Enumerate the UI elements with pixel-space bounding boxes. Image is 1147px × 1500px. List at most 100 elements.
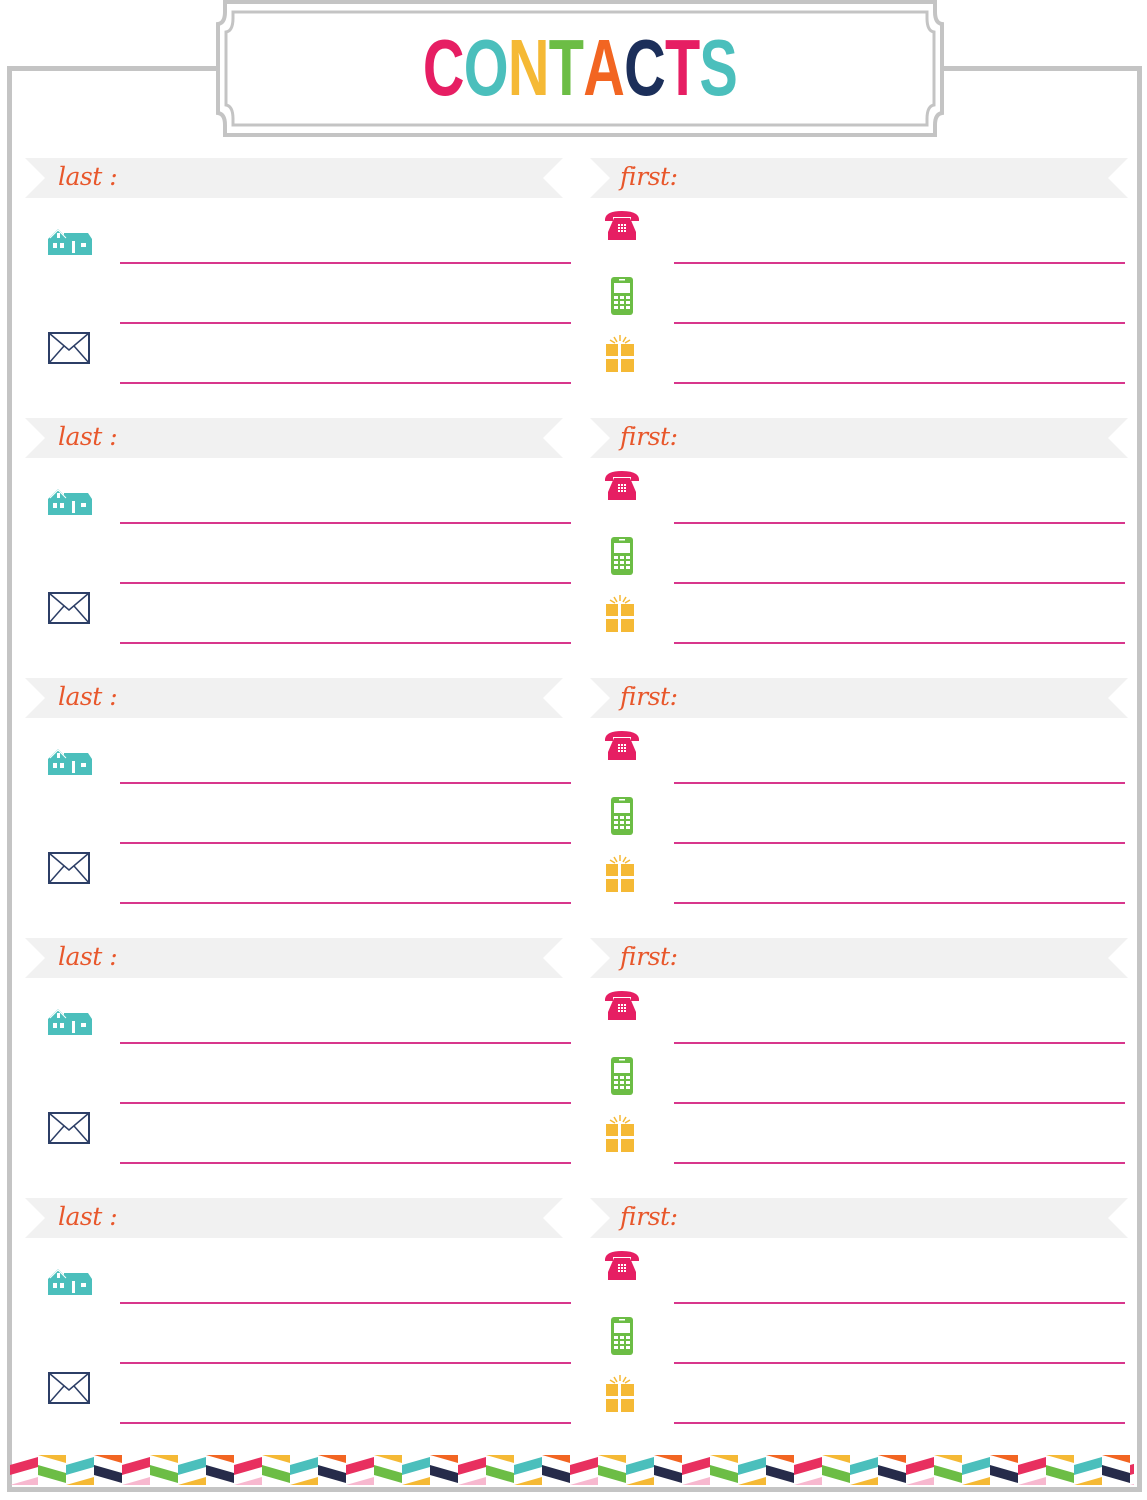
herringbone-segment (458, 1457, 486, 1485)
first-name-label: first: (620, 942, 678, 971)
last-name-label: last : (58, 942, 118, 971)
first-name-banner[interactable]: first: (590, 938, 1128, 978)
mobile-icon (611, 797, 633, 840)
phone-icon (604, 470, 640, 505)
herringbone-segment (542, 1455, 570, 1483)
last-name-banner[interactable]: last : (25, 1198, 563, 1238)
address-line-2[interactable] (120, 842, 571, 844)
birthday-line[interactable] (674, 902, 1125, 904)
gift-icon (605, 1375, 635, 1418)
title-letter: T (664, 23, 700, 112)
mobile-line[interactable] (674, 842, 1125, 844)
contact-entry: last : first: (0, 1198, 1147, 1458)
address-line-1[interactable] (120, 1302, 571, 1304)
last-name-banner[interactable]: last : (25, 418, 563, 458)
address-line-2[interactable] (120, 1362, 571, 1364)
first-name-banner[interactable]: first: (590, 1198, 1128, 1238)
herringbone-segment (402, 1457, 430, 1485)
phone-line[interactable] (674, 1042, 1125, 1044)
herringbone-segment (906, 1457, 934, 1485)
herringbone-segment (486, 1455, 514, 1483)
home-icon (48, 1007, 92, 1040)
address-line-2[interactable] (120, 582, 571, 584)
email-line[interactable] (120, 382, 571, 384)
home-icon (48, 1267, 92, 1300)
herringbone-segment (94, 1455, 122, 1483)
contact-entry: last : first: (0, 938, 1147, 1198)
herringbone-segment (374, 1455, 402, 1483)
mobile-line[interactable] (674, 1102, 1125, 1104)
home-icon (48, 487, 92, 520)
herringbone-segment (962, 1457, 990, 1485)
mobile-icon (611, 1317, 633, 1360)
mail-icon (48, 592, 90, 629)
herringbone-segment (1018, 1457, 1046, 1485)
mail-icon (48, 332, 90, 369)
footer-herringbone-strip (10, 1455, 1134, 1485)
first-name-banner[interactable]: first: (590, 678, 1128, 718)
herringbone-segment (318, 1455, 346, 1483)
phone-line[interactable] (674, 262, 1125, 264)
gift-icon (605, 595, 635, 638)
herringbone-segment (850, 1457, 878, 1485)
first-name-banner[interactable]: first: (590, 158, 1128, 198)
mobile-icon (611, 277, 633, 320)
herringbone-segment (738, 1457, 766, 1485)
herringbone-pattern (10, 1455, 1134, 1485)
address-line-2[interactable] (120, 1102, 571, 1104)
herringbone-segment (990, 1455, 1018, 1483)
title-letter: T (548, 23, 584, 112)
last-name-banner[interactable]: last : (25, 678, 563, 718)
phone-line[interactable] (674, 782, 1125, 784)
email-line[interactable] (120, 1422, 571, 1424)
last-name-banner[interactable]: last : (25, 938, 563, 978)
mobile-icon (611, 537, 633, 580)
herringbone-segment (794, 1457, 822, 1485)
address-line-2[interactable] (120, 322, 571, 324)
gift-icon (605, 855, 635, 898)
herringbone-segment (38, 1455, 66, 1483)
last-name-label: last : (58, 162, 118, 191)
email-line[interactable] (120, 1162, 571, 1164)
address-line-1[interactable] (120, 782, 571, 784)
home-icon (48, 227, 92, 260)
address-line-1[interactable] (120, 262, 571, 264)
gift-icon (605, 335, 635, 378)
first-name-label: first: (620, 162, 678, 191)
address-line-1[interactable] (120, 522, 571, 524)
first-name-banner[interactable]: first: (590, 418, 1128, 458)
last-name-label: last : (58, 422, 118, 451)
herringbone-segment (822, 1455, 850, 1483)
herringbone-segment (626, 1457, 654, 1485)
herringbone-segment (1130, 1463, 1134, 1485)
birthday-line[interactable] (674, 1422, 1125, 1424)
mobile-line[interactable] (674, 1362, 1125, 1364)
herringbone-segment (430, 1455, 458, 1483)
title-letter: A (583, 23, 625, 112)
email-line[interactable] (120, 902, 571, 904)
first-name-label: first: (620, 682, 678, 711)
birthday-line[interactable] (674, 1162, 1125, 1164)
phone-icon (604, 730, 640, 765)
birthday-line[interactable] (674, 642, 1125, 644)
herringbone-segment (514, 1457, 542, 1485)
herringbone-segment (206, 1455, 234, 1483)
phone-line[interactable] (674, 522, 1125, 524)
herringbone-segment (178, 1457, 206, 1485)
phone-icon (604, 1250, 640, 1285)
herringbone-segment (598, 1455, 626, 1483)
herringbone-segment (290, 1457, 318, 1485)
first-name-label: first: (620, 422, 678, 451)
mobile-line[interactable] (674, 582, 1125, 584)
phone-line[interactable] (674, 1302, 1125, 1304)
herringbone-segment (766, 1455, 794, 1483)
email-line[interactable] (120, 642, 571, 644)
first-name-label: first: (620, 1202, 678, 1231)
mobile-line[interactable] (674, 322, 1125, 324)
address-line-1[interactable] (120, 1042, 571, 1044)
mail-icon (48, 1112, 90, 1149)
last-name-label: last : (58, 682, 118, 711)
birthday-line[interactable] (674, 382, 1125, 384)
last-name-label: last : (58, 1202, 118, 1231)
last-name-banner[interactable]: last : (25, 158, 563, 198)
